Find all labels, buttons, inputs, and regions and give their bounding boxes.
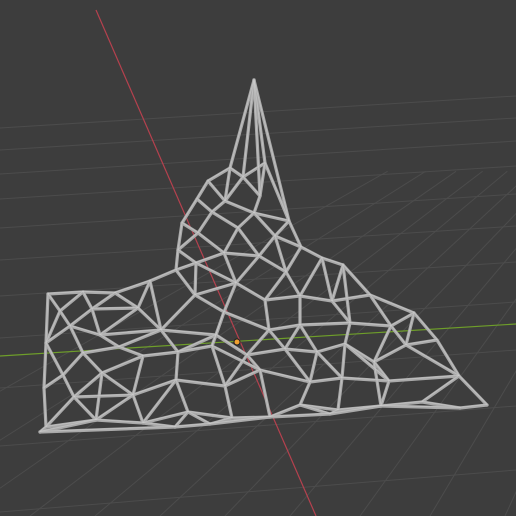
mesh-edge-highlight xyxy=(43,373,64,388)
mesh-edge xyxy=(159,328,218,337)
mesh-edge-highlight xyxy=(321,256,333,301)
mesh-edge-highlight xyxy=(101,371,134,395)
origin-dot xyxy=(234,339,240,345)
mesh-edge-highlight xyxy=(211,210,239,228)
mesh-edge xyxy=(210,210,240,230)
mesh-edge xyxy=(174,378,227,388)
mesh-edge xyxy=(234,281,267,302)
mesh-edge-highlight xyxy=(149,268,177,281)
mesh-edge xyxy=(404,338,439,347)
mesh-edge-highlight xyxy=(91,307,101,335)
mesh-edge-highlight xyxy=(91,291,116,309)
mesh-edge-highlight xyxy=(160,293,196,330)
mesh-edge-highlight xyxy=(99,306,139,335)
mesh-edge xyxy=(263,294,302,302)
mesh-edge-highlight xyxy=(321,256,344,265)
mesh-edge xyxy=(98,333,121,349)
mesh-edge-highlight xyxy=(344,342,375,362)
mesh-edge-highlight xyxy=(413,311,438,340)
mesh-edge-highlight xyxy=(224,199,255,213)
mesh-edge-highlight xyxy=(73,395,97,420)
mesh-edge-highlight xyxy=(235,281,266,300)
grid-column-line xyxy=(429,370,516,516)
object-origin-icon xyxy=(233,338,241,346)
mesh-edge-highlight xyxy=(300,245,323,258)
mesh-edge-highlight xyxy=(195,251,225,263)
mesh-edge xyxy=(113,291,140,310)
mesh-edge-highlight xyxy=(95,393,134,420)
mesh-edge-highlight xyxy=(181,197,198,223)
mesh-edge-highlight xyxy=(132,393,144,423)
mesh-edge-highlight xyxy=(405,343,460,376)
mesh-edge-highlight xyxy=(242,78,255,177)
mesh-edge-highlight xyxy=(237,226,260,256)
mesh-edge-highlight xyxy=(175,261,197,270)
3d-viewport[interactable] xyxy=(0,0,516,516)
mesh-edge-highlight xyxy=(45,395,75,427)
terrain-mesh-wireframe[interactable] xyxy=(38,78,489,434)
mesh-edge-highlight xyxy=(285,245,302,272)
mesh-edge-highlight xyxy=(229,166,244,177)
mesh-edge-highlight xyxy=(45,341,64,375)
mesh-edge-highlight xyxy=(211,199,226,212)
mesh-edge xyxy=(141,350,180,358)
mesh-edge xyxy=(387,374,461,383)
mesh-edge-highlight xyxy=(69,307,93,326)
grid-row-line xyxy=(0,469,516,513)
viewport-canvas[interactable] xyxy=(0,0,516,516)
grid-column-line xyxy=(224,212,516,516)
grid-row-line xyxy=(0,405,516,447)
mesh-edge-highlight xyxy=(253,194,261,213)
mesh-edge xyxy=(206,166,232,183)
mesh-edge-highlight xyxy=(207,179,226,201)
mesh-edge xyxy=(223,199,256,215)
mesh-edge xyxy=(194,251,226,265)
mesh-edge-highlight xyxy=(62,351,84,375)
mesh-edge-highlight xyxy=(197,231,225,253)
mesh-edge-highlight xyxy=(82,290,93,309)
mesh-edge xyxy=(100,354,145,375)
mesh-edge-highlight xyxy=(207,166,231,181)
mesh-edge xyxy=(320,256,345,267)
mesh-edge-highlight xyxy=(73,371,103,397)
mesh-edge-highlight xyxy=(264,270,287,300)
mesh-edge-highlight xyxy=(237,211,255,228)
mesh-edge-highlight xyxy=(242,175,261,196)
mesh-edge xyxy=(308,376,344,384)
mesh-edge xyxy=(267,323,302,332)
mesh-edge-highlight xyxy=(285,270,301,296)
mesh-edge-highlight xyxy=(181,221,199,233)
mesh-edge-highlight xyxy=(458,374,488,405)
mesh-edge-highlight xyxy=(59,309,71,326)
mesh-edge xyxy=(148,268,178,283)
mesh-edge-highlight xyxy=(258,234,276,256)
mesh-edge-highlight xyxy=(101,354,144,373)
mesh-edge-highlight xyxy=(196,197,213,212)
mesh-edge-highlight xyxy=(380,379,390,406)
mesh-edge-highlight xyxy=(196,179,209,199)
mesh-edge xyxy=(180,221,200,235)
grid-column-line xyxy=(94,170,508,516)
mesh-edge-highlight xyxy=(99,333,120,347)
mesh-edge-highlight xyxy=(223,226,239,253)
mesh-edge-highlight xyxy=(62,373,75,397)
mesh-edge xyxy=(298,294,334,303)
mesh-edge-highlight xyxy=(299,323,318,352)
mesh-edge-highlight xyxy=(175,378,189,412)
mesh-edge-highlight xyxy=(316,342,346,352)
mesh-edge-highlight xyxy=(114,291,139,308)
mesh-edge-highlight xyxy=(309,350,318,382)
mesh-edge-highlight xyxy=(259,368,271,417)
mesh-edge xyxy=(193,293,226,314)
mesh-edge-highlight xyxy=(194,293,225,312)
mesh-edge-highlight xyxy=(177,248,197,263)
mesh-edge xyxy=(330,293,372,303)
mesh-edge xyxy=(174,261,198,272)
mesh-edge-highlight xyxy=(331,263,344,301)
mesh-edge-highlight xyxy=(224,384,233,418)
mesh-edge xyxy=(299,245,324,260)
mesh-edge-highlight xyxy=(82,351,103,373)
mesh-edge-highlight xyxy=(47,292,61,311)
